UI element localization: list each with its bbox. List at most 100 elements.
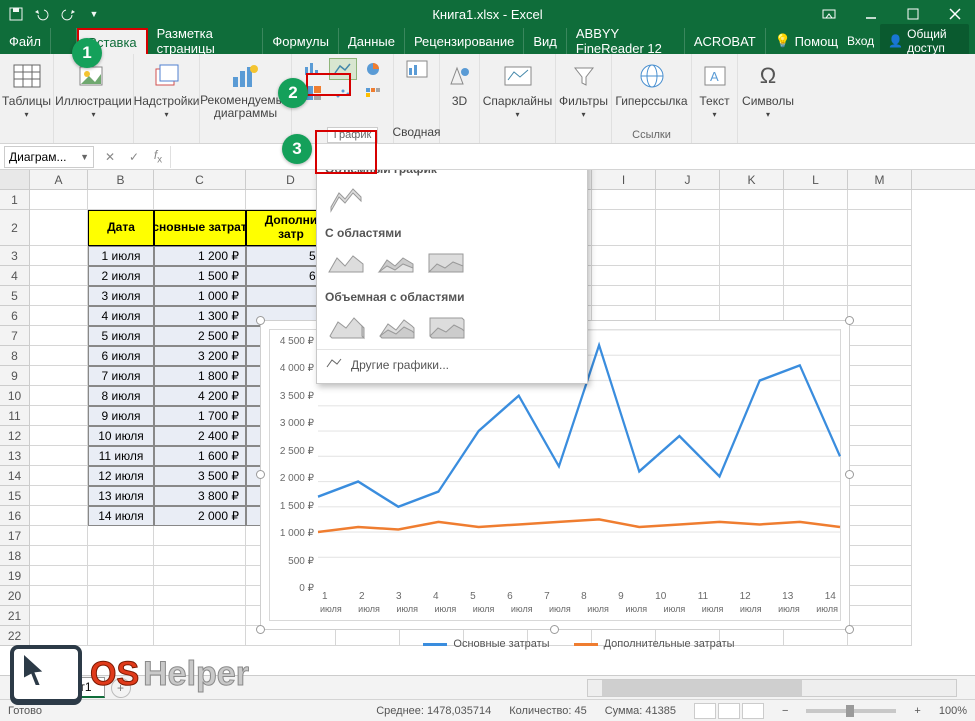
tab-view[interactable]: Вид [524,28,567,54]
tab-page-layout[interactable]: Разметка страницы [148,28,264,54]
table-header-date: Дата [88,210,154,246]
qat-customize-icon[interactable]: ▼ [86,6,102,22]
row-header[interactable]: 6 [0,306,30,326]
zoom-in-icon[interactable]: + [914,705,920,717]
row-header[interactable]: 9 [0,366,30,386]
gallery-area-stacked[interactable] [375,245,419,279]
col-header[interactable]: K [720,170,784,189]
row-header[interactable]: 19 [0,566,30,586]
person-icon: 👤 [888,34,903,48]
row-header[interactable]: 2 [0,210,30,246]
row-header[interactable]: 12 [0,426,30,446]
3d-map-button[interactable]: 3D [440,58,480,110]
illustrations-button[interactable]: Иллюстрации▾ [51,58,136,121]
pivot-chart-icon[interactable] [403,58,431,80]
row-header[interactable]: 5 [0,286,30,306]
globe-icon [636,60,668,92]
row-header[interactable]: 10 [0,386,30,406]
name-box[interactable]: Диаграм...▼ [4,146,94,168]
ribbon-options-icon[interactable] [809,0,849,28]
filter-icon [568,60,600,92]
table-cell-main: 1 500 ₽ [154,266,246,286]
links-group-label: Ссылки [632,129,671,141]
addins-button[interactable]: Надстройки▾ [130,58,204,121]
cancel-fx-icon[interactable]: ✕ [98,150,122,164]
tab-data[interactable]: Данные [339,28,405,54]
insert-pie-chart-icon[interactable] [359,58,387,80]
zoom-out-icon[interactable]: − [782,705,788,717]
col-header[interactable]: B [88,170,154,189]
table-cell-date: 2 июля [88,266,154,286]
row-header[interactable]: 8 [0,346,30,366]
symbols-button[interactable]: Ω Символы▾ [738,58,798,121]
gallery-section-3d-area: Объемная с областями [317,285,587,307]
undo-icon[interactable] [34,6,50,22]
row-header[interactable]: 20 [0,586,30,606]
filters-button[interactable]: Фильтры▾ [555,58,612,121]
table-cell-main: 2 400 ₽ [154,426,246,446]
col-header[interactable]: M [848,170,912,189]
table-cell-main: 1 000 ₽ [154,286,246,306]
tab-formulas[interactable]: Формулы [263,28,339,54]
tables-button[interactable]: Таблицы▾ [0,58,55,121]
signin-link[interactable]: Вход [847,34,874,48]
worksheet-grid[interactable]: A B C D E F G H I J K L M 12ДатаОсновные… [0,170,975,689]
gallery-area-basic[interactable] [325,245,369,279]
zoom-slider[interactable] [806,709,896,713]
redo-icon[interactable] [60,6,76,22]
row-header[interactable]: 1 [0,190,30,210]
save-icon[interactable] [8,6,24,22]
col-header[interactable]: I [592,170,656,189]
row-header[interactable]: 16 [0,506,30,526]
sparkline-icon [502,60,534,92]
callout-badge-2: 2 [278,78,308,108]
pivot-chart-button[interactable]: Сводная [388,123,444,141]
col-header[interactable]: L [784,170,848,189]
gallery-3d-line[interactable] [325,181,369,215]
enter-fx-icon[interactable]: ✓ [122,150,146,164]
insert-column-chart-icon[interactable] [299,58,327,80]
col-header[interactable]: C [154,170,246,189]
row-header[interactable]: 17 [0,526,30,546]
row-header[interactable]: 11 [0,406,30,426]
view-buttons[interactable] [694,703,764,719]
hyperlink-button[interactable]: Гиперссылка [611,58,691,110]
insert-line-chart-icon[interactable] [329,58,357,80]
row-header[interactable]: 3 [0,246,30,266]
status-ready: Готово [8,705,42,717]
tab-file[interactable]: Файл [0,28,51,54]
row-header[interactable]: 7 [0,326,30,346]
row-header[interactable]: 22 [0,626,30,646]
gallery-section-3d-line: Объемный график [317,170,587,179]
sparklines-button[interactable]: Спарклайны▾ [479,58,557,121]
row-header[interactable]: 18 [0,546,30,566]
gallery-3d-area-100[interactable] [425,309,469,343]
insert-surface-icon[interactable] [359,82,387,104]
horizontal-scrollbar[interactable] [587,679,957,697]
tab-review[interactable]: Рецензирование [405,28,524,54]
text-button[interactable]: A Текст▾ [695,58,735,121]
charts-grid [299,58,387,104]
row-header[interactable]: 13 [0,446,30,466]
row-header[interactable]: 15 [0,486,30,506]
insert-scatter-icon[interactable] [329,82,357,104]
table-cell-date: 11 июля [88,446,154,466]
col-header[interactable]: J [656,170,720,189]
tab-abbyy[interactable]: ABBYY FineReader 12 [567,28,685,54]
row-header[interactable]: 21 [0,606,30,626]
tell-me[interactable]: 💡 Помощ [766,28,847,54]
gallery-3d-area-basic[interactable] [325,309,369,343]
row-header[interactable]: 14 [0,466,30,486]
tab-acrobat[interactable]: ACROBAT [685,28,766,54]
gallery-3d-area-stacked[interactable] [375,309,419,343]
select-all-corner[interactable] [0,170,30,189]
table-cell-date: 6 июля [88,346,154,366]
status-average: Среднее: 1478,035714 [376,705,491,717]
share-button[interactable]: 👤Общий доступ [880,24,969,58]
fx-icon[interactable]: fx [146,148,170,165]
gallery-area-100[interactable] [425,245,469,279]
row-header[interactable]: 4 [0,266,30,286]
table-cell-main: 1 200 ₽ [154,246,246,266]
gallery-more-charts[interactable]: Другие графики... [317,349,587,379]
col-header[interactable]: A [30,170,88,189]
